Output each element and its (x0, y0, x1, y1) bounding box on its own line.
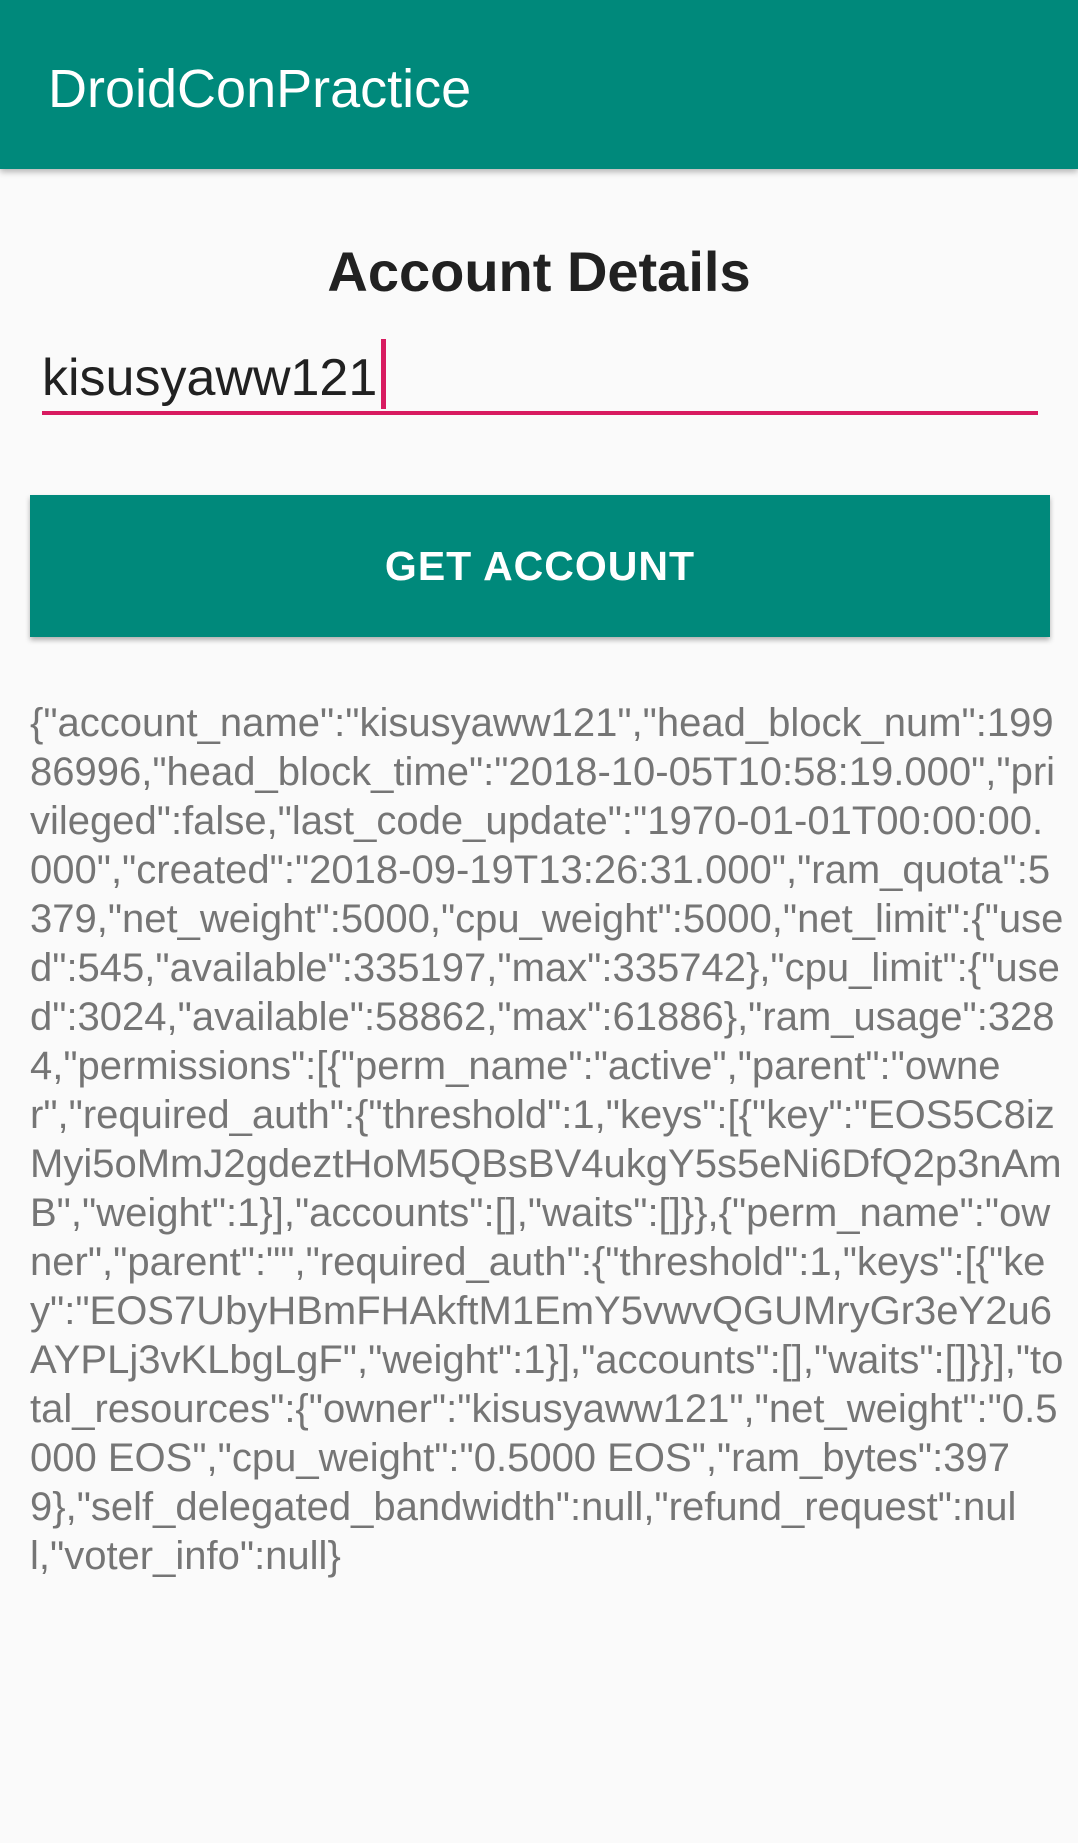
account-name-value: kisusyaww121 (42, 349, 378, 407)
app-bar: DroidConPractice (0, 0, 1078, 169)
app-title: DroidConPractice (48, 59, 472, 119)
get-account-button[interactable]: GET ACCOUNT (30, 495, 1050, 637)
page-title: Account Details (327, 240, 751, 303)
text-cursor (381, 339, 387, 409)
account-result-text: {"account_name":"kisusyaww121","head_blo… (30, 701, 1064, 1578)
main-content: Account Details kisusyaww121 GET ACCOUNT… (0, 169, 1078, 1843)
account-name-input[interactable]: kisusyaww121 (42, 335, 1038, 415)
account-name-input-container[interactable]: kisusyaww121 (42, 339, 387, 411)
